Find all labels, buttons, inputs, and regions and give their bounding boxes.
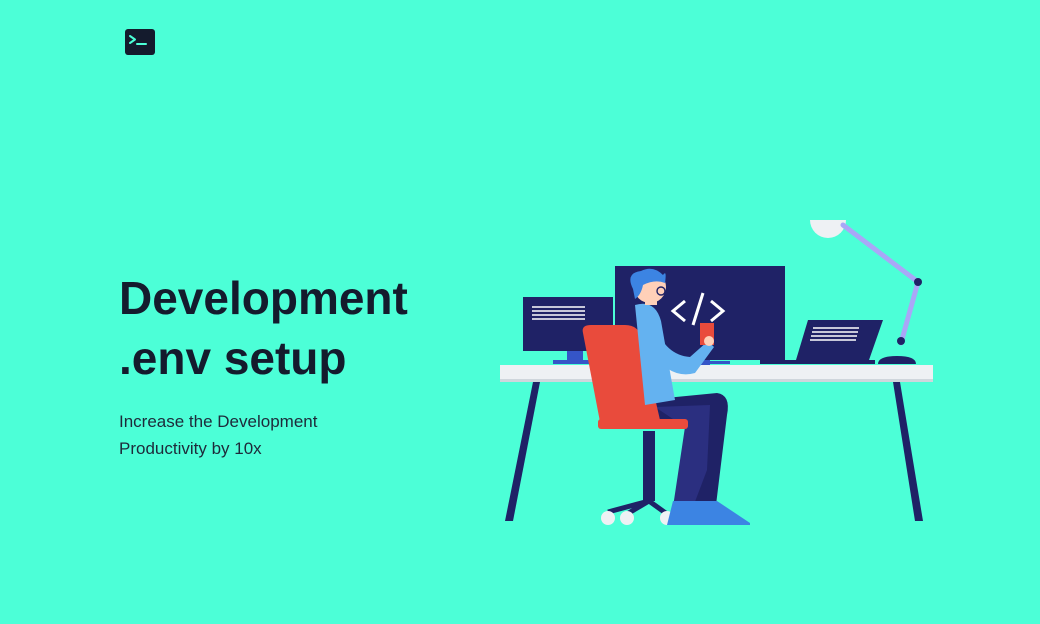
hero-section: Development .env setup Increase the Deve…	[119, 268, 449, 462]
terminal-logo[interactable]	[125, 29, 155, 55]
page-title: Development .env setup	[119, 268, 449, 388]
title-line-1: Development	[119, 272, 408, 324]
desk-leg-left	[505, 382, 540, 521]
developer-desk-illustration	[495, 215, 940, 530]
chair-base	[601, 431, 674, 525]
developer-legs	[645, 393, 750, 525]
title-line-2: .env setup	[119, 332, 347, 384]
hero-subtitle: Increase the Development Productivity by…	[119, 412, 318, 458]
terminal-icon	[125, 29, 155, 55]
desk-leg-right	[893, 382, 923, 521]
